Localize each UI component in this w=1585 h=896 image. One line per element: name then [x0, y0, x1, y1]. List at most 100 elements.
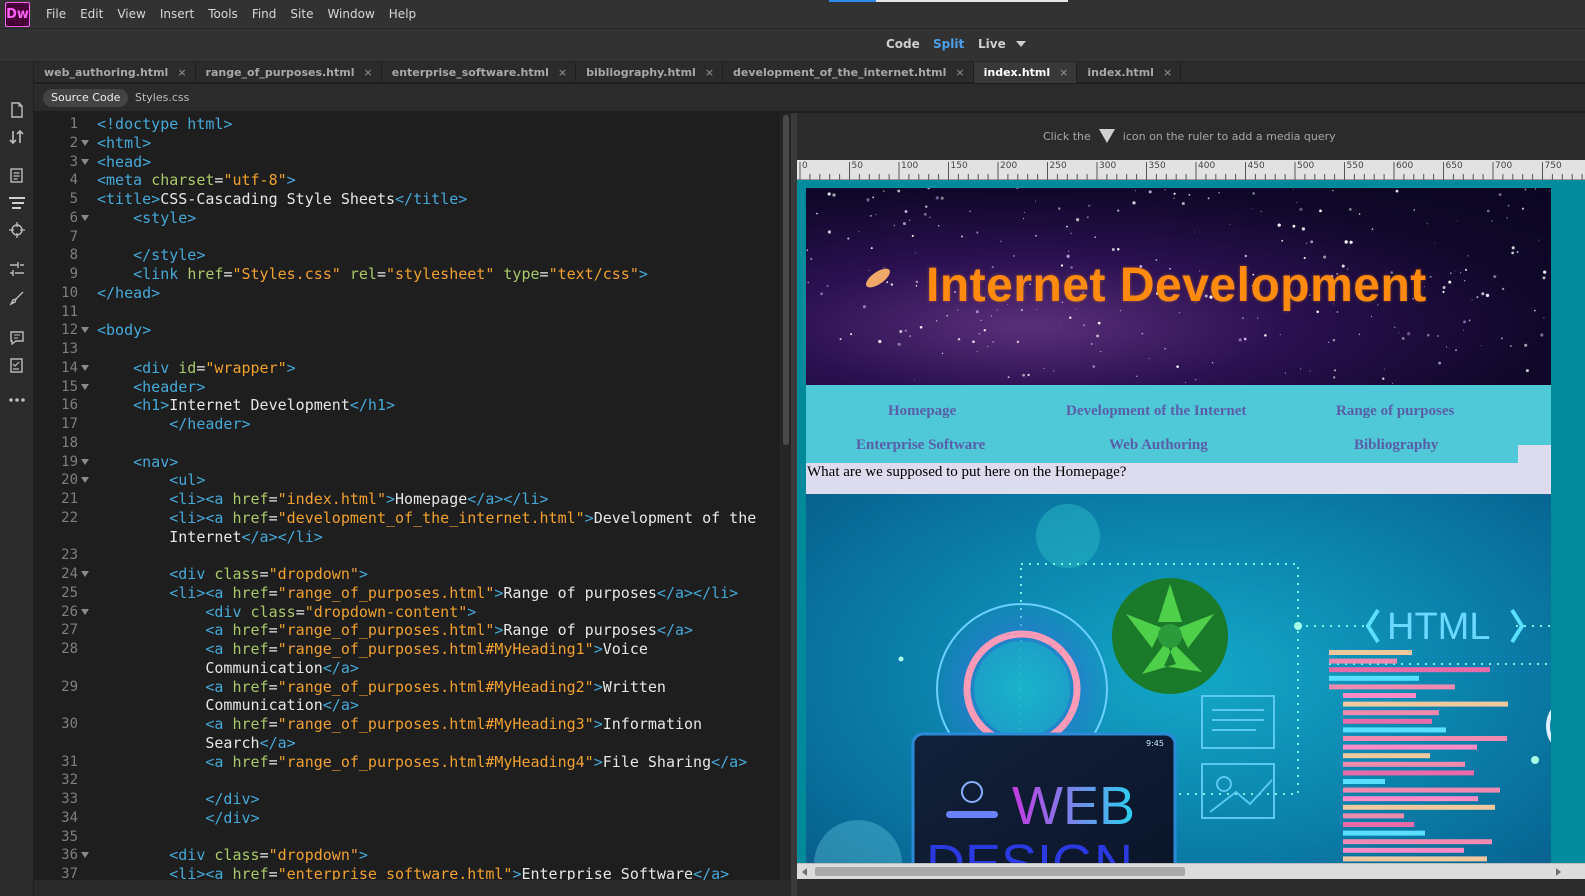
- code-line[interactable]: <body>: [97, 321, 787, 340]
- nav-link-web-authoring[interactable]: Web Authoring: [1109, 437, 1208, 454]
- close-icon[interactable]: ×: [1163, 66, 1172, 79]
- code-line[interactable]: [97, 340, 787, 359]
- code-line[interactable]: [97, 303, 787, 322]
- close-icon[interactable]: ×: [705, 66, 714, 79]
- live-horizontal-scrollbar[interactable]: [797, 863, 1585, 879]
- code-line[interactable]: <div class="dropdown">: [97, 846, 787, 865]
- code-line[interactable]: <div id="wrapper">: [97, 359, 787, 378]
- code-line[interactable]: [97, 828, 787, 847]
- code-line[interactable]: Communication</a>: [97, 696, 787, 715]
- css-transition-icon[interactable]: [7, 261, 27, 279]
- close-icon[interactable]: ×: [364, 66, 373, 79]
- styles-css-tab[interactable]: Styles.css: [135, 89, 189, 107]
- scroll-left-icon[interactable]: [802, 868, 807, 876]
- live-view-button[interactable]: Live: [978, 37, 1006, 51]
- fold-toggle-icon[interactable]: [81, 477, 89, 484]
- menu-view[interactable]: View: [117, 0, 145, 29]
- code-line[interactable]: <h1>Internet Development</h1>: [97, 396, 787, 415]
- scrollbar-thumb[interactable]: [815, 867, 1185, 876]
- code-line[interactable]: <head>: [97, 153, 787, 172]
- code-vertical-scrollbar[interactable]: [780, 113, 791, 896]
- menu-window[interactable]: Window: [327, 0, 374, 29]
- code-line[interactable]: <li><a href="development_of_the_internet…: [97, 509, 787, 528]
- tab-index[interactable]: index.html ×: [1077, 62, 1182, 83]
- nav-link-range-of-purposes[interactable]: Range of purposes: [1336, 403, 1454, 420]
- source-code-tab[interactable]: Source Code: [43, 89, 129, 107]
- media-query-ruler[interactable]: 0 50 100 150 200 250 300 350 400 450 500 550 600 650 7…: [797, 160, 1585, 180]
- more-icon[interactable]: [7, 397, 27, 415]
- code-line[interactable]: <nav>: [97, 453, 787, 472]
- code-line[interactable]: <header>: [97, 378, 787, 397]
- tab-range-of-purposes[interactable]: range_of_purposes.html ×: [196, 62, 382, 83]
- code-line[interactable]: [97, 228, 787, 247]
- menu-tools[interactable]: Tools: [208, 0, 238, 29]
- code-line[interactable]: </style>: [97, 246, 787, 265]
- file-transfer-icon[interactable]: [7, 129, 27, 147]
- code-line[interactable]: <a href="range_of_purposes.html#MyHeadin…: [97, 753, 787, 772]
- fold-toggle-icon[interactable]: [81, 608, 89, 615]
- tab-enterprise-software[interactable]: enterprise_software.html ×: [382, 62, 577, 83]
- code-line[interactable]: <meta charset="utf-8">: [97, 171, 787, 190]
- fold-toggle-icon[interactable]: [81, 571, 89, 577]
- close-icon[interactable]: ×: [955, 66, 964, 79]
- tab-bibliography[interactable]: bibliography.html ×: [576, 62, 724, 83]
- checklist-icon[interactable]: [7, 358, 27, 376]
- tab-index-active[interactable]: index.html ×: [973, 62, 1078, 83]
- code-line[interactable]: </head>: [97, 284, 787, 303]
- code-line[interactable]: <div class="dropdown-content">: [97, 603, 787, 622]
- menu-file[interactable]: File: [46, 0, 66, 29]
- brush-icon[interactable]: [7, 290, 27, 308]
- menu-find[interactable]: Find: [252, 0, 277, 29]
- code-line[interactable]: <a href="range_of_purposes.html#MyHeadin…: [97, 678, 787, 697]
- workspace-switcher-bar[interactable]: [829, 0, 1068, 2]
- nav-link-development[interactable]: Development of the Internet: [1066, 403, 1246, 420]
- menu-help[interactable]: Help: [389, 0, 416, 29]
- code-line[interactable]: [97, 546, 787, 565]
- comment-icon[interactable]: [7, 330, 27, 348]
- new-document-icon[interactable]: [7, 102, 27, 120]
- code-line[interactable]: [97, 771, 787, 790]
- code-line[interactable]: <title>CSS-Cascading Style Sheets</title…: [97, 190, 787, 209]
- tab-development-of-the-internet[interactable]: development_of_the_internet.html ×: [723, 62, 974, 83]
- target-icon[interactable]: [7, 222, 27, 240]
- code-line[interactable]: Search</a>: [97, 734, 787, 753]
- code-line[interactable]: <ul>: [97, 471, 787, 490]
- code-line[interactable]: </div>: [97, 809, 787, 828]
- code-line[interactable]: <li><a href="range_of_purposes.html">Ran…: [97, 584, 787, 603]
- nav-link-enterprise-software[interactable]: Enterprise Software: [856, 437, 985, 454]
- code-line[interactable]: <a href="range_of_purposes.html">Range o…: [97, 621, 787, 640]
- nav-link-homepage[interactable]: Homepage: [888, 403, 956, 420]
- close-icon[interactable]: ×: [177, 66, 186, 79]
- menu-site[interactable]: Site: [290, 0, 313, 29]
- nav-link-bibliography[interactable]: Bibliography: [1354, 437, 1438, 454]
- code-line[interactable]: <html>: [97, 134, 787, 153]
- fold-toggle-icon[interactable]: [81, 139, 89, 146]
- code-line[interactable]: Communication</a>: [97, 659, 787, 678]
- code-line[interactable]: <li><a href="index.html">Homepage</a></l…: [97, 490, 787, 509]
- code-line[interactable]: [97, 434, 787, 453]
- code-line[interactable]: <style>: [97, 209, 787, 228]
- fold-toggle-icon[interactable]: [81, 852, 89, 859]
- code-line[interactable]: </header>: [97, 415, 787, 434]
- code-line[interactable]: <!doctype html>: [97, 115, 787, 134]
- fold-toggle-icon[interactable]: [81, 327, 89, 334]
- fold-toggle-icon[interactable]: [81, 158, 89, 165]
- dom-panel-icon[interactable]: [7, 195, 27, 213]
- code-line[interactable]: Internet</a></li>: [97, 528, 787, 547]
- fold-toggle-icon[interactable]: [81, 364, 89, 371]
- tab-web-authoring[interactable]: web_authoring.html ×: [34, 62, 196, 83]
- view-mode-dropdown-icon[interactable]: [1016, 41, 1026, 47]
- files-panel-icon[interactable]: [7, 168, 27, 186]
- code-editor[interactable]: 1 2 3 4 5 6 7 8 9 10 11 12 13 14 15 16 17 18 19 20 21 22 23 24 2…: [34, 113, 791, 896]
- menu-insert[interactable]: Insert: [160, 0, 194, 29]
- code-content[interactable]: <!doctype html> <html> <head> <meta charset…: [97, 115, 787, 884]
- fold-toggle-icon[interactable]: [81, 383, 89, 390]
- code-horizontal-scrollbar[interactable]: [34, 880, 791, 896]
- code-line[interactable]: <link href="Styles.css" rel="stylesheet"…: [97, 265, 787, 284]
- scroll-right-icon[interactable]: [1556, 868, 1561, 876]
- fold-toggle-icon[interactable]: [81, 214, 89, 221]
- close-icon[interactable]: ×: [558, 66, 567, 79]
- code-line[interactable]: <a href="range_of_purposes.html#MyHeadin…: [97, 640, 787, 659]
- code-view-button[interactable]: Code: [886, 37, 920, 51]
- code-line[interactable]: <a href="range_of_purposes.html#MyHeadin…: [97, 715, 787, 734]
